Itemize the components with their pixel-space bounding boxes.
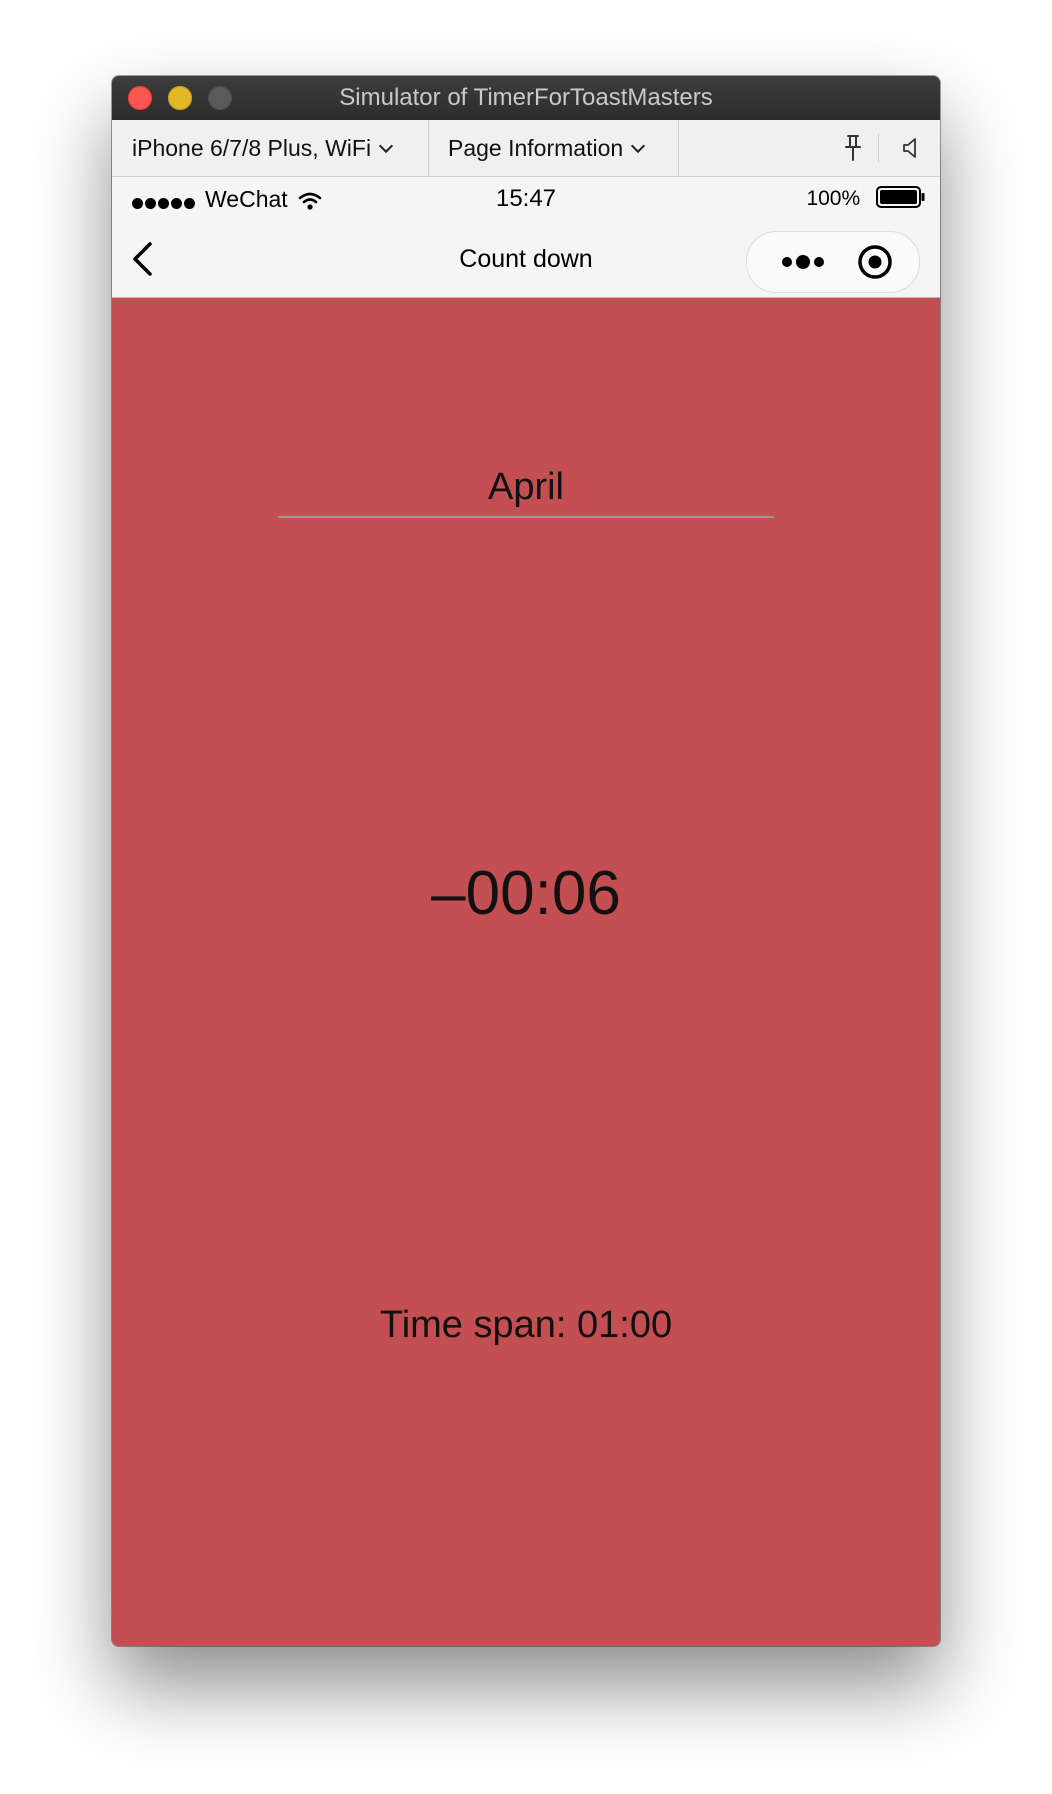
pin-icon[interactable] — [842, 134, 864, 162]
simulator-toolbar: iPhone 6/7/8 Plus, WiFi Page Information — [112, 120, 940, 177]
battery-icon — [876, 186, 925, 209]
speaker-icon[interactable] — [900, 136, 922, 160]
chevron-down-icon — [631, 138, 646, 154]
toolbar-divider — [678, 120, 679, 176]
window-titlebar[interactable]: Simulator of TimerForToastMasters — [112, 76, 940, 120]
time-span-label: Time span: 01:00 — [379, 1304, 673, 1346]
device-select-label: iPhone 6/7/8 Plus, WiFi — [132, 135, 372, 161]
record-target-icon[interactable] — [857, 244, 893, 280]
menu-capsule — [746, 231, 920, 293]
simulator-window: Simulator of TimerForToastMasters iPhone… — [112, 76, 940, 1646]
page-info-select[interactable]: Page Information — [448, 120, 646, 176]
phone-status-bar: WeChat 15:47 100% — [112, 177, 940, 221]
device-select[interactable]: iPhone 6/7/8 Plus, WiFi — [132, 120, 394, 176]
page-info-label: Page Information — [448, 135, 624, 161]
battery-percent: 100% — [806, 187, 861, 210]
navigation-bar: Count down — [112, 221, 940, 298]
chevron-down-icon — [378, 138, 394, 154]
countdown-display: –00:06 — [431, 859, 621, 928]
timer-page: April –00:06 Time span: 01:00 — [112, 298, 940, 1646]
speaker-name-input[interactable]: April — [278, 458, 774, 518]
battery-indicator: 100% — [806, 177, 926, 221]
more-dots-icon[interactable] — [765, 232, 841, 292]
toolbar-divider — [878, 134, 879, 162]
toolbar-divider — [428, 120, 429, 176]
window-title: Simulator of TimerForToastMasters — [339, 84, 713, 111]
